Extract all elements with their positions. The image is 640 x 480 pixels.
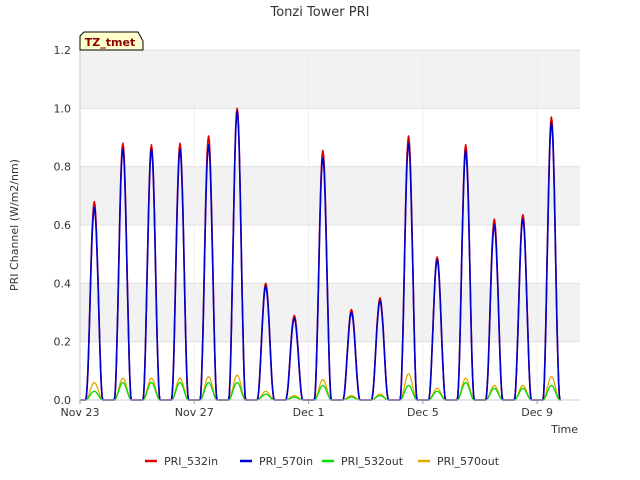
y-tick-labels: 0.00.20.40.60.81.01.2 (54, 44, 72, 407)
y-tick-label: 1.0 (54, 102, 72, 115)
legend-label: PRI_570in (259, 455, 313, 468)
plot-band (80, 50, 580, 109)
chart-title: Tonzi Tower PRI (270, 5, 370, 20)
site-badge: TZ_tmet (79, 31, 144, 51)
y-tick-label: 1.2 (54, 44, 72, 57)
badge-label: TZ_tmet (85, 36, 135, 49)
x-tick-label: Nov 27 (175, 406, 214, 419)
legend-label: PRI_570out (437, 455, 500, 468)
x-axis-title: Time (550, 423, 578, 436)
legend-label: PRI_532out (341, 455, 404, 468)
plot-bands (80, 50, 580, 342)
x-tick-label: Dec 1 (293, 406, 325, 419)
x-tick-label: Nov 23 (61, 406, 100, 419)
y-tick-label: 0.4 (54, 277, 72, 290)
pri-line-chart: 0.00.20.40.60.81.01.2 Nov 23 Nov 27 Dec 1D… (8, 5, 580, 468)
x-tick-label: Dec 9 (521, 406, 553, 419)
y-tick-label: 0.8 (54, 161, 72, 174)
plot-band (80, 283, 580, 342)
legend-label: PRI_532in (164, 455, 218, 468)
y-tick-label: 0.6 (54, 219, 72, 232)
y-tick-label: 0.2 (54, 336, 72, 349)
x-tick-labels: Nov 23 Nov 27 Dec 1 Dec 5 Dec 9 (61, 400, 553, 419)
legend: PRI_532in PRI_570in PRI_532out PRI_570out (145, 455, 500, 468)
y-axis-title: PRI Channel (W/m2/nm) (8, 159, 21, 291)
x-tick-label: Dec 5 (407, 406, 439, 419)
